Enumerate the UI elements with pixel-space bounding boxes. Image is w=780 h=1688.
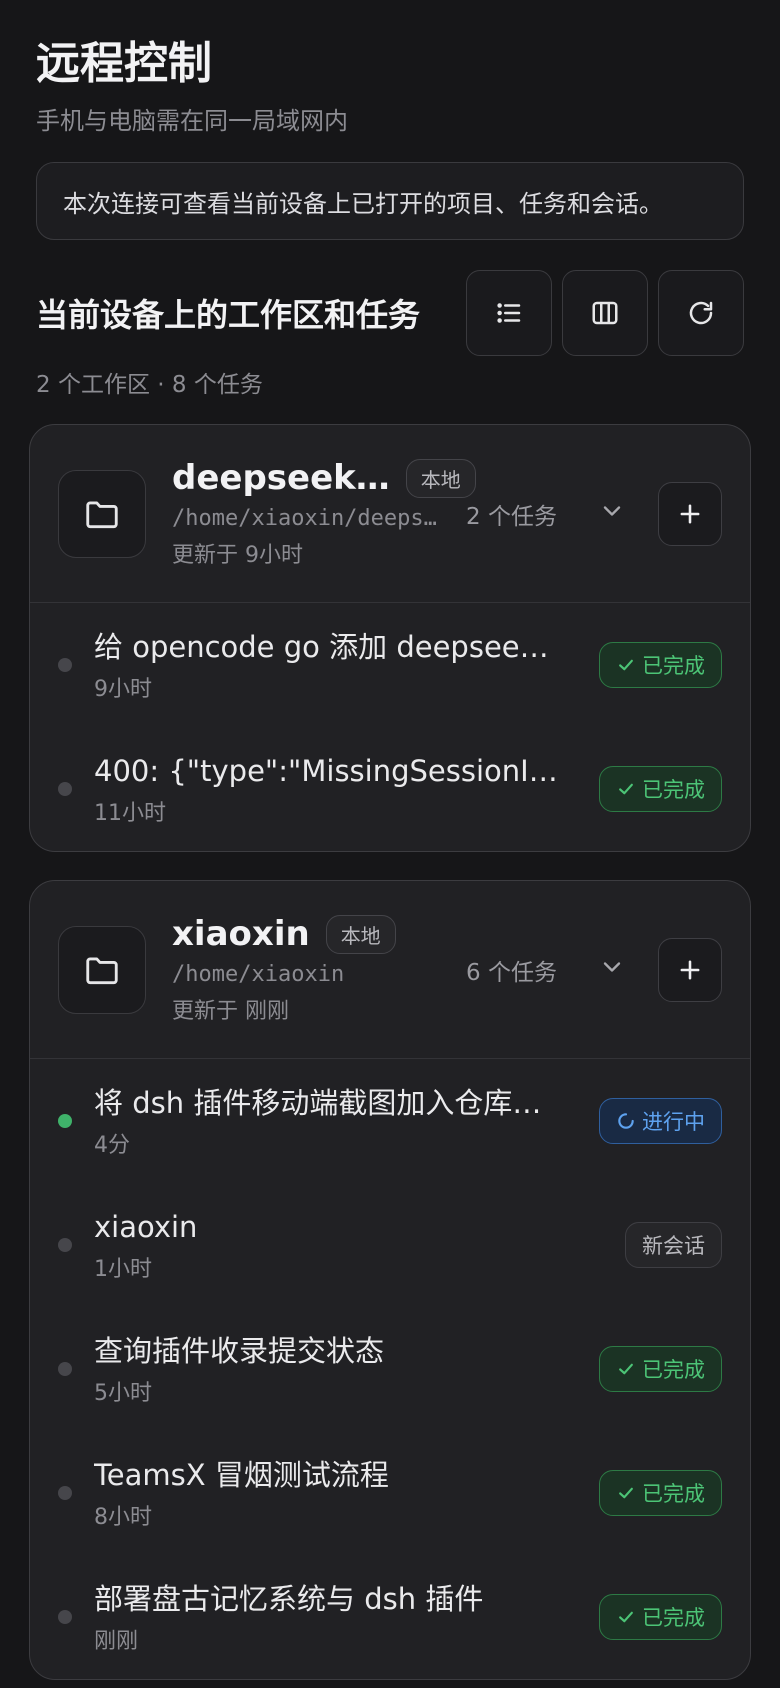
expand-toggle[interactable] (598, 497, 626, 529)
columns-view-button[interactable] (562, 270, 648, 356)
status-label: 已完成 (642, 778, 705, 802)
columns-icon (592, 301, 618, 325)
task-row[interactable]: TeamsX 冒烟测试流程 8小时 已完成 (30, 1431, 750, 1555)
workspace-path: /home/xiaoxin/deepse… (172, 506, 442, 531)
task-row[interactable]: 400: {"type":"MissingSessionID",… 11小时 已… (30, 727, 750, 851)
status-badge: 已完成 (599, 642, 722, 688)
task-title: TeamsX 冒烟测试流程 (94, 1458, 389, 1492)
workspace-header[interactable]: xiaoxin 本地 /home/xiaoxin 更新于 刚刚 6 个任务 (30, 881, 750, 1059)
connection-notice: 本次连接可查看当前设备上已打开的项目、任务和会话。 (36, 162, 744, 240)
status-label: 已完成 (642, 1358, 705, 1382)
workspace-info: xiaoxin 本地 /home/xiaoxin 更新于 刚刚 (172, 914, 722, 1025)
task-title: 400: {"type":"MissingSessionID",… (94, 754, 564, 788)
local-badge: 本地 (325, 914, 396, 954)
check-icon (619, 783, 633, 795)
status-badge: 进行中 (599, 1098, 722, 1144)
task-status-dot (58, 1486, 72, 1500)
plus-icon (680, 960, 700, 980)
status-label: 已完成 (642, 1606, 705, 1630)
local-badge: 本地 (405, 458, 476, 498)
section-title: 当前设备上的工作区和任务 (36, 296, 421, 334)
task-row[interactable]: 查询插件收录提交状态 5小时 已完成 (30, 1307, 750, 1431)
folder-icon (86, 956, 118, 984)
task-time: 9小时 (94, 677, 152, 702)
status-badge: 新会话 (625, 1222, 722, 1268)
plus-icon (680, 504, 700, 524)
workspace-name: deepseek… (172, 458, 390, 498)
status-badge: 已完成 (599, 1594, 722, 1640)
status-label: 已完成 (642, 654, 705, 678)
add-task-button[interactable] (658, 482, 722, 546)
status-label: 已完成 (642, 1482, 705, 1506)
task-row[interactable]: 部署盘古记忆系统与 dsh 插件 刚刚 已完成 (30, 1555, 750, 1679)
folder-icon (86, 500, 118, 528)
task-status-dot (58, 1362, 72, 1376)
task-title: 将 dsh 插件移动端截图加入仓库介绍 (94, 1086, 564, 1120)
task-row[interactable]: 将 dsh 插件移动端截图加入仓库介绍 4分 进行中 (30, 1059, 750, 1183)
workspace-task-counts: 2 个工作区 · 8 个任务 (36, 372, 263, 398)
page-subtitle: 手机与电脑需在同一局域网内 (36, 107, 348, 135)
status-label: 进行中 (642, 1110, 705, 1134)
task-row[interactable]: 给 opencode go 添加 deepseek-v… 9小时 已完成 (30, 603, 750, 727)
workspace-path: /home/xiaoxin (172, 962, 345, 987)
spinner-icon (618, 1113, 634, 1129)
workspace-header[interactable]: deepseek… 本地 /home/xiaoxin/deepse… 更新于 9… (30, 425, 750, 603)
expand-toggle[interactable] (598, 953, 626, 985)
workspace-folder (58, 925, 146, 1014)
chevron-down-icon (603, 962, 621, 972)
workspace-updated: 更新于 刚刚 (172, 999, 289, 1024)
status-badge: 已完成 (599, 1470, 722, 1516)
add-task-button[interactable] (658, 938, 722, 1002)
list-view-button[interactable] (466, 270, 552, 356)
task-time: 刚刚 (94, 1629, 139, 1654)
workspace-name-row: xiaoxin 本地 (172, 914, 722, 954)
list-icon (497, 303, 521, 323)
task-time: 4分 (94, 1133, 130, 1158)
task-time: 1小时 (94, 1257, 152, 1282)
task-time: 11小时 (94, 801, 166, 826)
status-label: 新会话 (642, 1234, 705, 1258)
workspace-task-count: 2 个任务 (466, 504, 557, 530)
workspace-folder (58, 469, 146, 558)
task-status-dot (58, 1114, 72, 1128)
task-status-dot (58, 1238, 72, 1252)
workspace-info: deepseek… 本地 /home/xiaoxin/deepse… 更新于 9… (172, 458, 722, 569)
notice-text: 本次连接可查看当前设备上已打开的项目、任务和会话。 (63, 189, 663, 218)
task-title: xiaoxin (94, 1210, 198, 1244)
status-badge: 已完成 (599, 766, 722, 812)
task-status-dot (58, 782, 72, 796)
section-header: 当前设备上的工作区和任务 (36, 270, 744, 356)
refresh-button[interactable] (658, 270, 744, 356)
task-status-dot (58, 658, 72, 672)
page-title: 远程控制 (36, 38, 212, 89)
task-status-dot (58, 1610, 72, 1624)
workspace-name-row: deepseek… 本地 (172, 458, 722, 498)
task-title: 部署盘古记忆系统与 dsh 插件 (94, 1582, 484, 1616)
task-title: 给 opencode go 添加 deepseek-v… (94, 630, 564, 664)
workspace-name: xiaoxin (172, 914, 310, 954)
check-icon (619, 1611, 633, 1623)
workspace-updated: 更新于 9小时 (172, 543, 303, 568)
status-badge: 已完成 (599, 1346, 722, 1392)
chevron-down-icon (603, 506, 621, 516)
view-toolbar (466, 270, 744, 356)
task-time: 8小时 (94, 1505, 152, 1530)
workspace-card: xiaoxin 本地 /home/xiaoxin 更新于 刚刚 6 个任务 将 … (29, 880, 751, 1680)
refresh-icon (689, 301, 713, 325)
task-row[interactable]: xiaoxin 1小时 新会话 (30, 1183, 750, 1307)
remote-control-page: 远程控制 手机与电脑需在同一局域网内 本次连接可查看当前设备上已打开的项目、任务… (0, 0, 780, 1680)
check-icon (619, 1487, 633, 1499)
task-time: 5小时 (94, 1381, 152, 1406)
workspace-task-count: 6 个任务 (466, 960, 557, 986)
check-icon (619, 659, 633, 671)
workspace-card: deepseek… 本地 /home/xiaoxin/deepse… 更新于 9… (29, 424, 751, 852)
task-title: 查询插件收录提交状态 (94, 1334, 385, 1368)
check-icon (619, 1363, 633, 1375)
